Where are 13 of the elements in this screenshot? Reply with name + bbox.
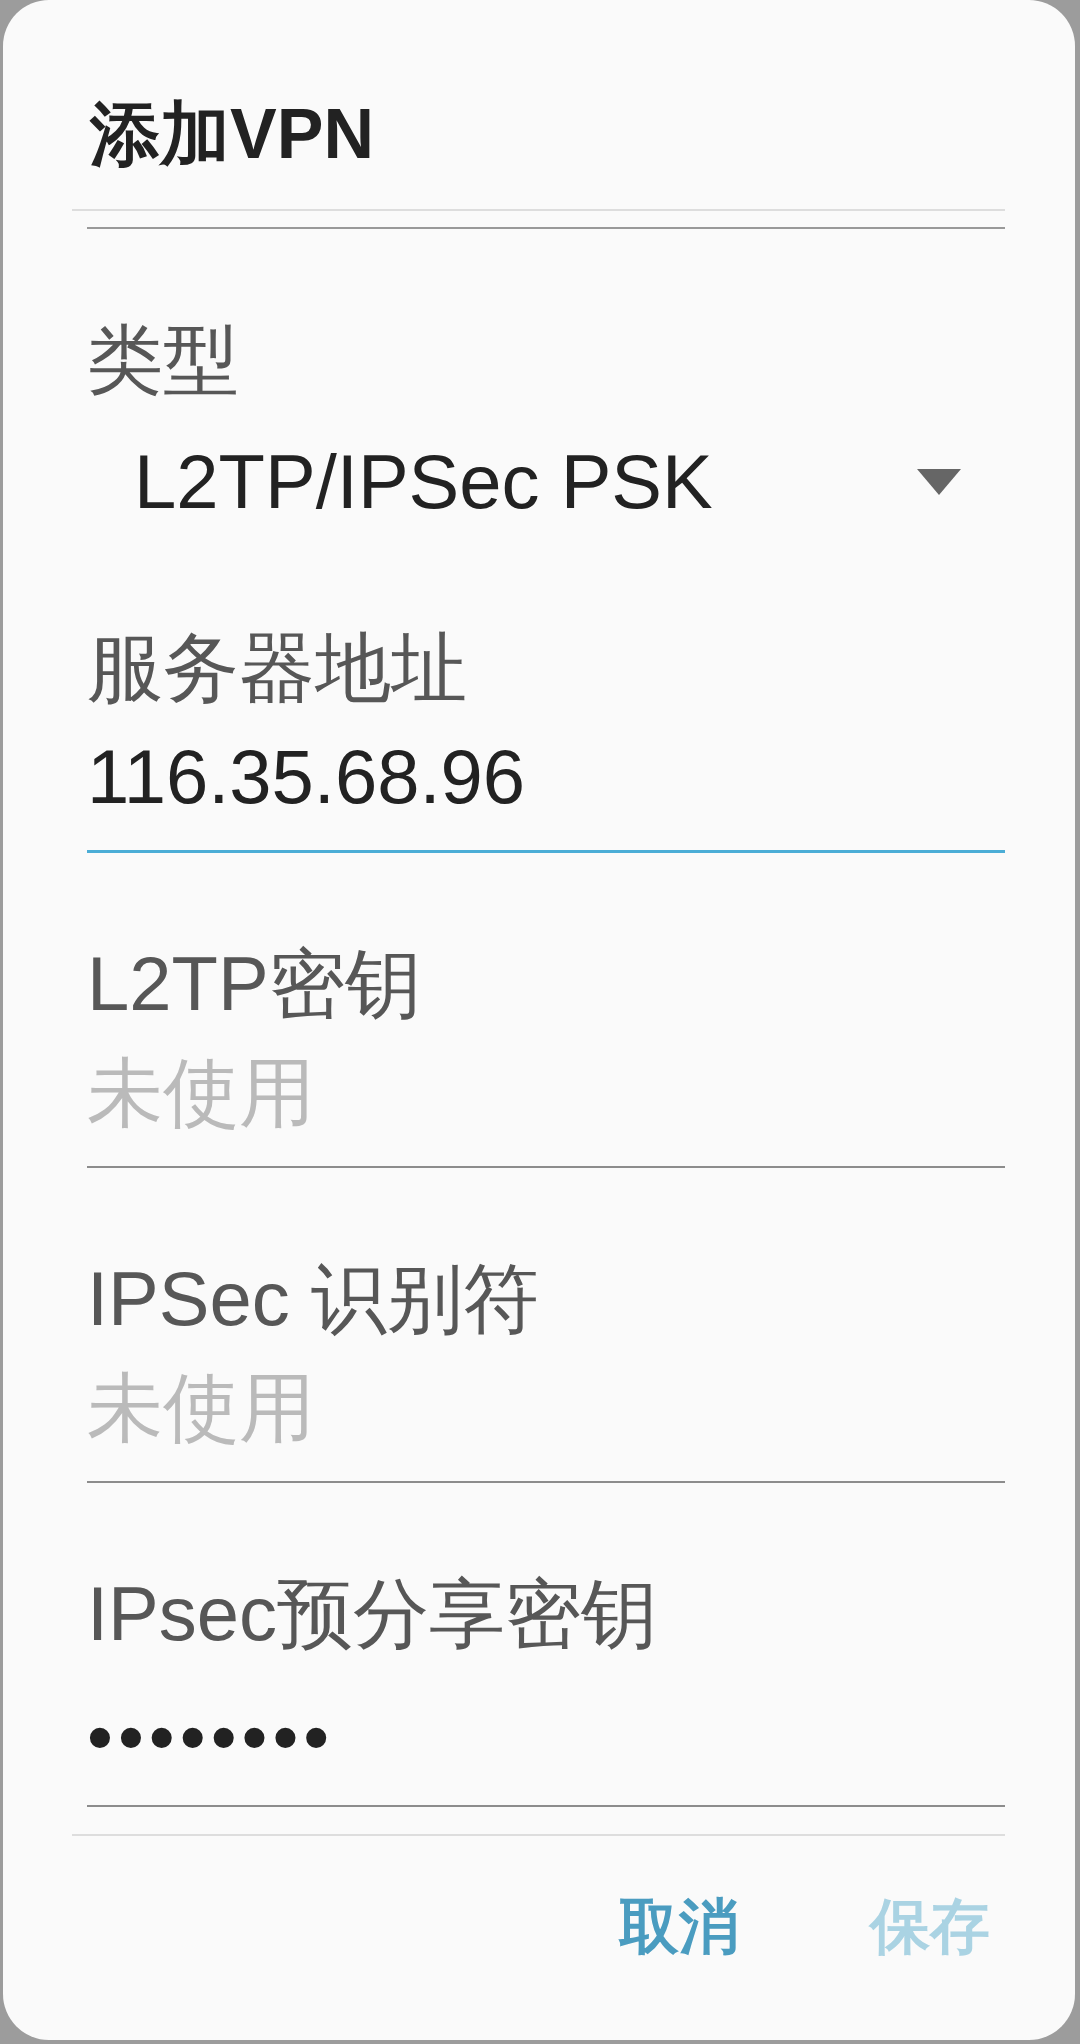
field-label: 类型 xyxy=(87,316,239,404)
field-label: L2TP密钥 xyxy=(87,940,421,1028)
input-field[interactable]: 未使用 xyxy=(87,1353,1005,1483)
dialog-title: 添加VPN xyxy=(90,94,374,174)
password-field[interactable]: •••••••• xyxy=(87,1668,1005,1807)
type-dropdown[interactable]: L2TP/IPSec PSK xyxy=(87,427,1005,537)
caret-icon xyxy=(917,469,961,495)
field-label: IPSec 识别符 xyxy=(87,1255,539,1343)
field-label: 服务器地址 xyxy=(87,624,467,712)
field-label: IPsec预分享密钥 xyxy=(87,1570,658,1658)
cancel-button[interactable]: 取消 xyxy=(595,1871,763,1983)
input-field[interactable]: 116.35.68.96 xyxy=(87,722,1005,853)
input-field[interactable]: 未使用 xyxy=(87,1038,1005,1168)
